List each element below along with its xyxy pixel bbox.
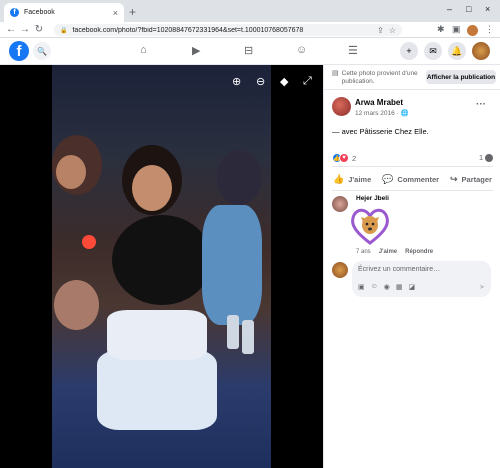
comment-composer[interactable]: Écrivez un commentaire… ▣ ☺ ◉ ▦ ◪ ➤ bbox=[352, 261, 491, 297]
fullscreen-icon[interactable]: ⤢ bbox=[303, 75, 312, 88]
window-close-button[interactable]: × bbox=[485, 4, 490, 14]
like-label: J'aime bbox=[348, 174, 372, 184]
comment-input[interactable]: Écrivez un commentaire… bbox=[358, 266, 440, 273]
tag-icon[interactable]: ◆ bbox=[280, 75, 288, 88]
chihuahua-heart-sticker bbox=[351, 208, 389, 245]
photo[interactable] bbox=[52, 65, 271, 468]
divider bbox=[332, 190, 493, 191]
post-date[interactable]: 12 mars 2016 · 🌐 bbox=[355, 109, 409, 117]
love-reaction-icon: ♥ bbox=[339, 153, 349, 163]
author-name[interactable]: Arwa Mrabet bbox=[355, 98, 403, 107]
camera-icon[interactable]: ◉ bbox=[384, 283, 390, 291]
commenter-name[interactable]: Hejer Jbeli bbox=[356, 195, 389, 202]
profile-avatar[interactable] bbox=[467, 25, 478, 36]
reactions-summary[interactable]: 👍 ♥ 2 bbox=[332, 153, 356, 163]
messenger-icon[interactable]: ✉ bbox=[424, 42, 442, 60]
comment-button[interactable]: 💬 Commenter bbox=[377, 174, 444, 185]
zoom-out-icon[interactable]: ⊖ bbox=[256, 75, 265, 88]
post-date-text: 12 mars 2016 · bbox=[355, 110, 399, 117]
facebook-logo[interactable]: f bbox=[9, 41, 29, 61]
new-tab-button[interactable]: + bbox=[129, 5, 136, 19]
comment-like-link[interactable]: J'aime bbox=[379, 249, 397, 255]
extensions-icon[interactable]: ✱ bbox=[437, 24, 445, 35]
share-icon[interactable]: ⇪ bbox=[377, 26, 384, 35]
minimize-button[interactable]: – bbox=[447, 4, 452, 14]
notifications-icon[interactable]: 🔔 bbox=[448, 42, 466, 60]
url-text: facebook.com/photo/?fbid=102088476723319… bbox=[72, 26, 304, 34]
groups-icon[interactable]: ☺ bbox=[296, 44, 307, 56]
comment-meta: 7 ans J'aime Répondre bbox=[356, 249, 433, 255]
notice-text: Cette photo provient d'une publication. bbox=[341, 70, 418, 85]
browser-tab[interactable]: f Facebook × bbox=[4, 3, 124, 22]
share-button[interactable]: ↪ Partager bbox=[445, 174, 497, 185]
watch-icon[interactable]: ▶ bbox=[192, 44, 200, 57]
facebook-favicon-icon: f bbox=[10, 8, 19, 17]
share-label: Partager bbox=[461, 174, 492, 184]
my-avatar bbox=[332, 262, 348, 278]
sidebar-icon[interactable]: ▣ bbox=[452, 24, 461, 35]
comment-label: Commenter bbox=[397, 174, 440, 184]
divider bbox=[332, 166, 493, 167]
commenter-avatar-mini bbox=[485, 153, 494, 162]
menu-icon[interactable]: ☰ bbox=[348, 44, 358, 57]
like-button[interactable]: 👍 J'aime bbox=[328, 174, 376, 185]
send-icon[interactable]: ➤ bbox=[479, 283, 485, 291]
gif-icon[interactable]: ▦ bbox=[396, 283, 403, 291]
tab-title: Facebook bbox=[24, 9, 55, 16]
emoji-icon[interactable]: ☺ bbox=[371, 283, 378, 291]
browser-tabstrip: f Facebook × + – □ × bbox=[0, 0, 500, 22]
avatar-sticker-icon[interactable]: ▣ bbox=[358, 283, 365, 291]
sticker-icon[interactable]: ◪ bbox=[409, 283, 416, 291]
forward-icon[interactable]: → bbox=[18, 24, 32, 35]
divider bbox=[324, 89, 500, 90]
marketplace-icon[interactable]: ⊟ bbox=[244, 44, 253, 57]
zoom-in-icon[interactable]: ⊕ bbox=[232, 75, 241, 88]
home-icon[interactable]: ⌂ bbox=[140, 44, 147, 56]
composer-tools: ▣ ☺ ◉ ▦ ◪ bbox=[358, 283, 415, 291]
post-icon: ▤ bbox=[332, 70, 339, 77]
facebook-header: f 🔍 ⌂ ▶ ⊟ ☺ ☰ + ✉ 🔔 bbox=[0, 38, 500, 65]
search-icon[interactable]: 🔍 bbox=[33, 42, 51, 60]
post-source-notice: ▤ Cette photo provient d'une publication… bbox=[332, 70, 424, 86]
reaction-count: 2 bbox=[352, 153, 357, 163]
commenter-avatar[interactable] bbox=[332, 196, 348, 212]
share-arrow-icon: ↪ bbox=[450, 173, 458, 184]
create-icon[interactable]: + bbox=[400, 42, 418, 60]
lock-icon: 🔒 bbox=[60, 27, 68, 34]
comment-icon: 💬 bbox=[382, 173, 394, 184]
post-actions: 👍 J'aime 💬 Commenter ↪ Partager bbox=[328, 170, 497, 188]
comment-count-value: 1 bbox=[479, 153, 484, 162]
tab-close-icon[interactable]: × bbox=[113, 8, 118, 18]
account-avatar[interactable] bbox=[472, 42, 490, 60]
browser-toolbar: ← → ↻ 🔒 facebook.com/photo/?fbid=1020884… bbox=[0, 22, 500, 38]
comment-reply-link[interactable]: Répondre bbox=[405, 249, 433, 255]
maximize-button[interactable]: □ bbox=[466, 4, 471, 14]
bookmark-star-icon[interactable]: ☆ bbox=[389, 26, 396, 35]
photo-viewer: ⊕ ⊖ ◆ ⤢ bbox=[0, 65, 323, 468]
thumbs-up-icon: 👍 bbox=[333, 173, 345, 184]
address-bar[interactable]: 🔒 facebook.com/photo/?fbid=1020884767233… bbox=[54, 24, 402, 36]
post-with-text: — avec Pâtisserie Chez Elle. bbox=[332, 127, 429, 136]
browser-menu-icon[interactable]: ⋮ bbox=[485, 24, 494, 35]
view-post-button[interactable]: Afficher la publication bbox=[426, 70, 496, 84]
comment-age: 7 ans bbox=[356, 249, 371, 255]
back-icon[interactable]: ← bbox=[4, 24, 18, 35]
post-panel: ▤ Cette photo provient d'une publication… bbox=[323, 65, 500, 468]
comment-count[interactable]: 1 bbox=[479, 153, 494, 162]
more-options-icon[interactable]: ··· bbox=[476, 99, 486, 110]
author-avatar[interactable] bbox=[332, 97, 351, 116]
public-globe-icon: 🌐 bbox=[400, 110, 409, 117]
reload-icon[interactable]: ↻ bbox=[32, 24, 46, 35]
